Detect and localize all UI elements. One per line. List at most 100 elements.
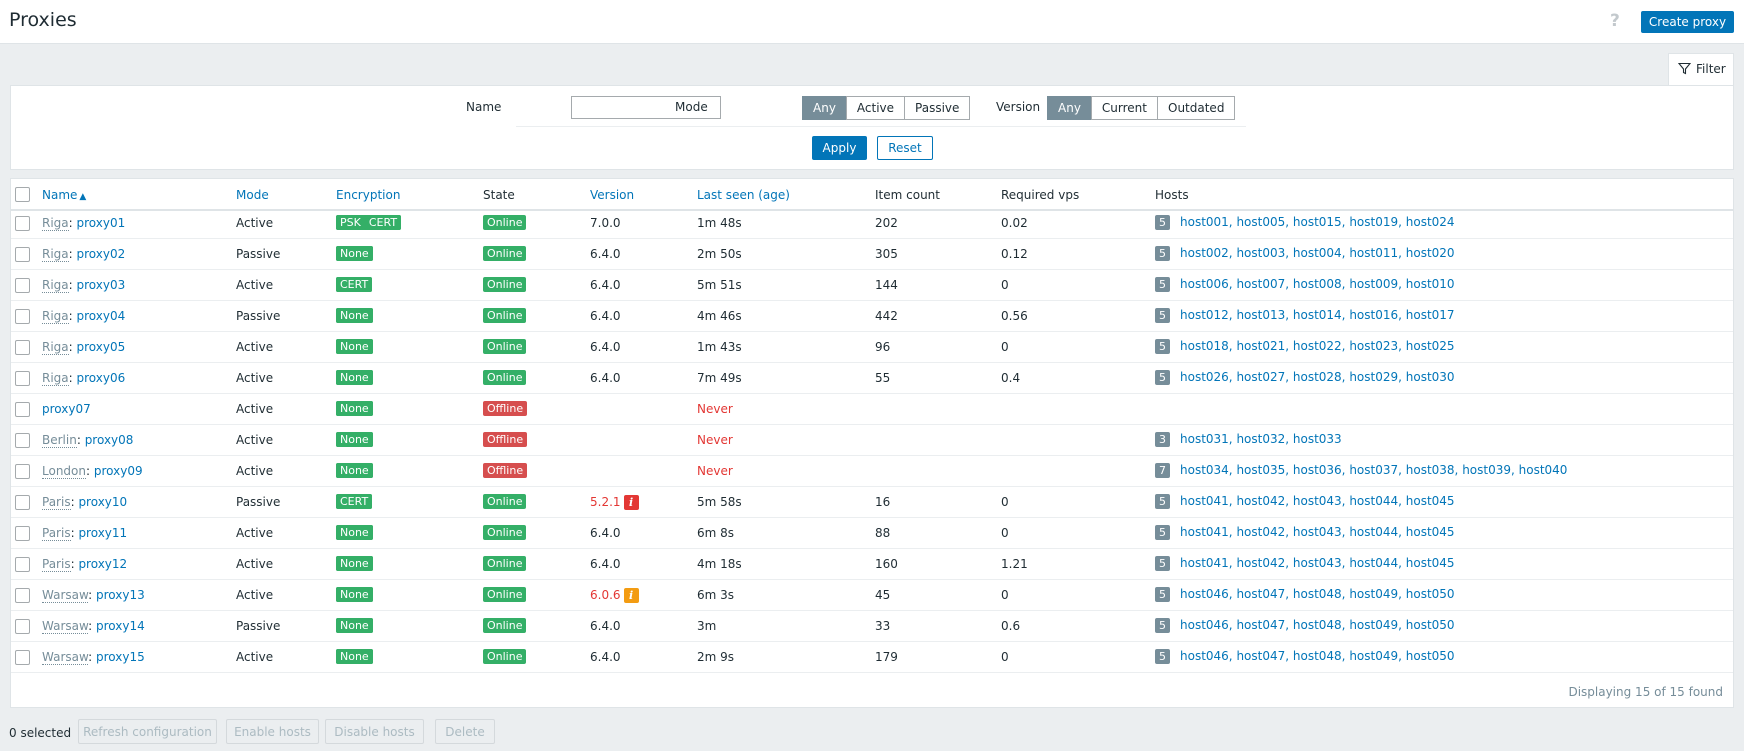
- host-links[interactable]: host041, host042, host043, host044, host…: [1180, 556, 1455, 570]
- host-links[interactable]: host041, host042, host043, host044, host…: [1180, 494, 1455, 508]
- host-links[interactable]: host001, host005, host015, host019, host…: [1180, 215, 1455, 229]
- version-option-current[interactable]: Current: [1090, 96, 1158, 120]
- host-links[interactable]: host026, host027, host028, host029, host…: [1180, 370, 1455, 384]
- row-checkbox[interactable]: [15, 340, 30, 355]
- proxy-name-link[interactable]: proxy09: [94, 464, 143, 478]
- row-checkbox[interactable]: [15, 216, 30, 231]
- proxy-group-link[interactable]: Riga: [42, 278, 69, 293]
- encryption-cell: None: [336, 587, 373, 602]
- proxy-name-link[interactable]: proxy07: [42, 402, 91, 416]
- apply-button[interactable]: Apply: [812, 136, 867, 160]
- mode-option-any[interactable]: Any: [802, 96, 847, 120]
- proxy-name-link[interactable]: proxy13: [96, 588, 145, 602]
- host-links[interactable]: host046, host047, host048, host049, host…: [1180, 587, 1455, 601]
- proxy-group-link[interactable]: Warsaw: [42, 619, 89, 634]
- mode-cell: Active: [236, 433, 274, 447]
- column-header-version[interactable]: Version: [590, 188, 634, 202]
- row-checkbox[interactable]: [15, 278, 30, 293]
- proxy-group-link[interactable]: London: [42, 464, 86, 479]
- row-checkbox[interactable]: [15, 464, 30, 479]
- proxy-name-link[interactable]: proxy03: [77, 278, 126, 292]
- action-button-disable-hosts[interactable]: Disable hosts: [325, 719, 424, 744]
- encryption-tags: None: [336, 401, 373, 416]
- row-checkbox[interactable]: [15, 247, 30, 262]
- host-links[interactable]: host018, host021, host022, host023, host…: [1180, 339, 1455, 353]
- status-badge: Online: [483, 246, 527, 261]
- encryption-cell: None: [336, 246, 373, 261]
- column-header-mode[interactable]: Mode: [236, 188, 269, 202]
- proxy-name-link[interactable]: proxy14: [96, 619, 145, 633]
- proxy-name-link[interactable]: proxy02: [77, 247, 126, 261]
- proxy-group-link[interactable]: Warsaw: [42, 650, 89, 665]
- proxy-group-link[interactable]: Riga: [42, 371, 69, 386]
- encryption-tags: None: [336, 618, 373, 633]
- mode-option-passive[interactable]: Passive: [904, 96, 971, 120]
- help-icon[interactable]: ?: [1610, 11, 1620, 31]
- proxy-name-link[interactable]: proxy15: [96, 650, 145, 664]
- version-option-any[interactable]: Any: [1047, 96, 1092, 120]
- filter-panel: Name Mode Any Active Passive Version Any Cu…: [10, 85, 1734, 170]
- proxy-name-cell: Paris: proxy10: [42, 495, 127, 510]
- version-option-outdated[interactable]: Outdated: [1157, 96, 1236, 120]
- column-header-encryption[interactable]: Encryption: [336, 188, 400, 202]
- row-checkbox[interactable]: [15, 588, 30, 603]
- column-header-last-seen[interactable]: Last seen (age): [697, 188, 790, 202]
- row-checkbox[interactable]: [15, 371, 30, 386]
- row-checkbox[interactable]: [15, 402, 30, 417]
- column-header-state: State: [483, 188, 515, 202]
- row-checkbox[interactable]: [15, 495, 30, 510]
- proxy-group-link[interactable]: Berlin: [42, 433, 77, 448]
- proxy-name-link[interactable]: proxy06: [77, 371, 126, 385]
- host-links[interactable]: host046, host047, host048, host049, host…: [1180, 649, 1455, 663]
- proxy-name-cell: Riga: proxy03: [42, 278, 126, 293]
- table-row: Riga: proxy03 Active CERT Online 6.4.0 5m 51s…: [11, 270, 1733, 301]
- action-button-delete[interactable]: Delete: [435, 719, 495, 744]
- proxy-group-link[interactable]: Paris: [42, 495, 71, 510]
- version-text: 6.4.0: [590, 247, 621, 261]
- host-links[interactable]: host002, host003, host004, host011, host…: [1180, 246, 1455, 260]
- proxy-name-link[interactable]: proxy10: [78, 495, 127, 509]
- version-warning-icon[interactable]: i: [623, 495, 639, 510]
- row-checkbox[interactable]: [15, 650, 30, 665]
- row-checkbox[interactable]: [15, 309, 30, 324]
- host-links[interactable]: host012, host013, host014, host016, host…: [1180, 308, 1455, 322]
- proxy-name-link[interactable]: proxy01: [77, 216, 126, 230]
- table-row: Warsaw: proxy14 Passive None Online 6.4.0 3m 3…: [11, 611, 1733, 642]
- select-all-checkbox[interactable]: [15, 187, 30, 202]
- version-warning-icon[interactable]: i: [623, 588, 639, 603]
- proxy-name-link[interactable]: proxy11: [78, 526, 127, 540]
- last-seen-cell: 2m 50s: [697, 247, 742, 261]
- proxy-group-link[interactable]: Riga: [42, 247, 69, 262]
- host-links[interactable]: host006, host007, host008, host009, host…: [1180, 277, 1455, 291]
- state-cell: Offline: [483, 401, 528, 416]
- row-checkbox[interactable]: [15, 557, 30, 572]
- row-checkbox[interactable]: [15, 619, 30, 634]
- action-button-refresh-configuration[interactable]: Refresh configuration: [78, 719, 217, 744]
- proxy-group-link[interactable]: Riga: [42, 216, 69, 231]
- row-checkbox[interactable]: [15, 433, 30, 448]
- encryption-tags: None: [336, 432, 373, 447]
- host-links[interactable]: host031, host032, host033: [1180, 432, 1342, 446]
- separator: :: [68, 340, 77, 354]
- table-row: Riga: proxy02 Passive None Online 6.4.0 2m 50…: [11, 239, 1733, 270]
- mode-option-active[interactable]: Active: [845, 96, 906, 120]
- host-links[interactable]: host046, host047, host048, host049, host…: [1180, 618, 1455, 632]
- filter-tab[interactable]: Filter: [1668, 53, 1734, 86]
- action-button-enable-hosts[interactable]: Enable hosts: [226, 719, 319, 744]
- row-checkbox[interactable]: [15, 526, 30, 541]
- host-links[interactable]: host034, host035, host036, host037, host…: [1180, 463, 1567, 477]
- proxy-name-link[interactable]: proxy05: [77, 340, 126, 354]
- proxy-name-link[interactable]: proxy04: [77, 309, 126, 323]
- version-filter-segmented: Any Current Outdated: [1047, 96, 1236, 120]
- proxy-group-link[interactable]: Warsaw: [42, 588, 89, 603]
- host-links[interactable]: host041, host042, host043, host044, host…: [1180, 525, 1455, 539]
- proxy-group-link[interactable]: Riga: [42, 309, 69, 324]
- proxy-group-link[interactable]: Paris: [42, 557, 71, 572]
- proxy-group-link[interactable]: Paris: [42, 526, 71, 541]
- proxy-name-link[interactable]: proxy12: [78, 557, 127, 571]
- reset-button[interactable]: Reset: [877, 136, 933, 160]
- proxy-name-link[interactable]: proxy08: [85, 433, 134, 447]
- column-header-name[interactable]: Name ▲: [42, 188, 86, 202]
- create-proxy-button[interactable]: Create proxy: [1641, 11, 1734, 33]
- proxy-group-link[interactable]: Riga: [42, 340, 69, 355]
